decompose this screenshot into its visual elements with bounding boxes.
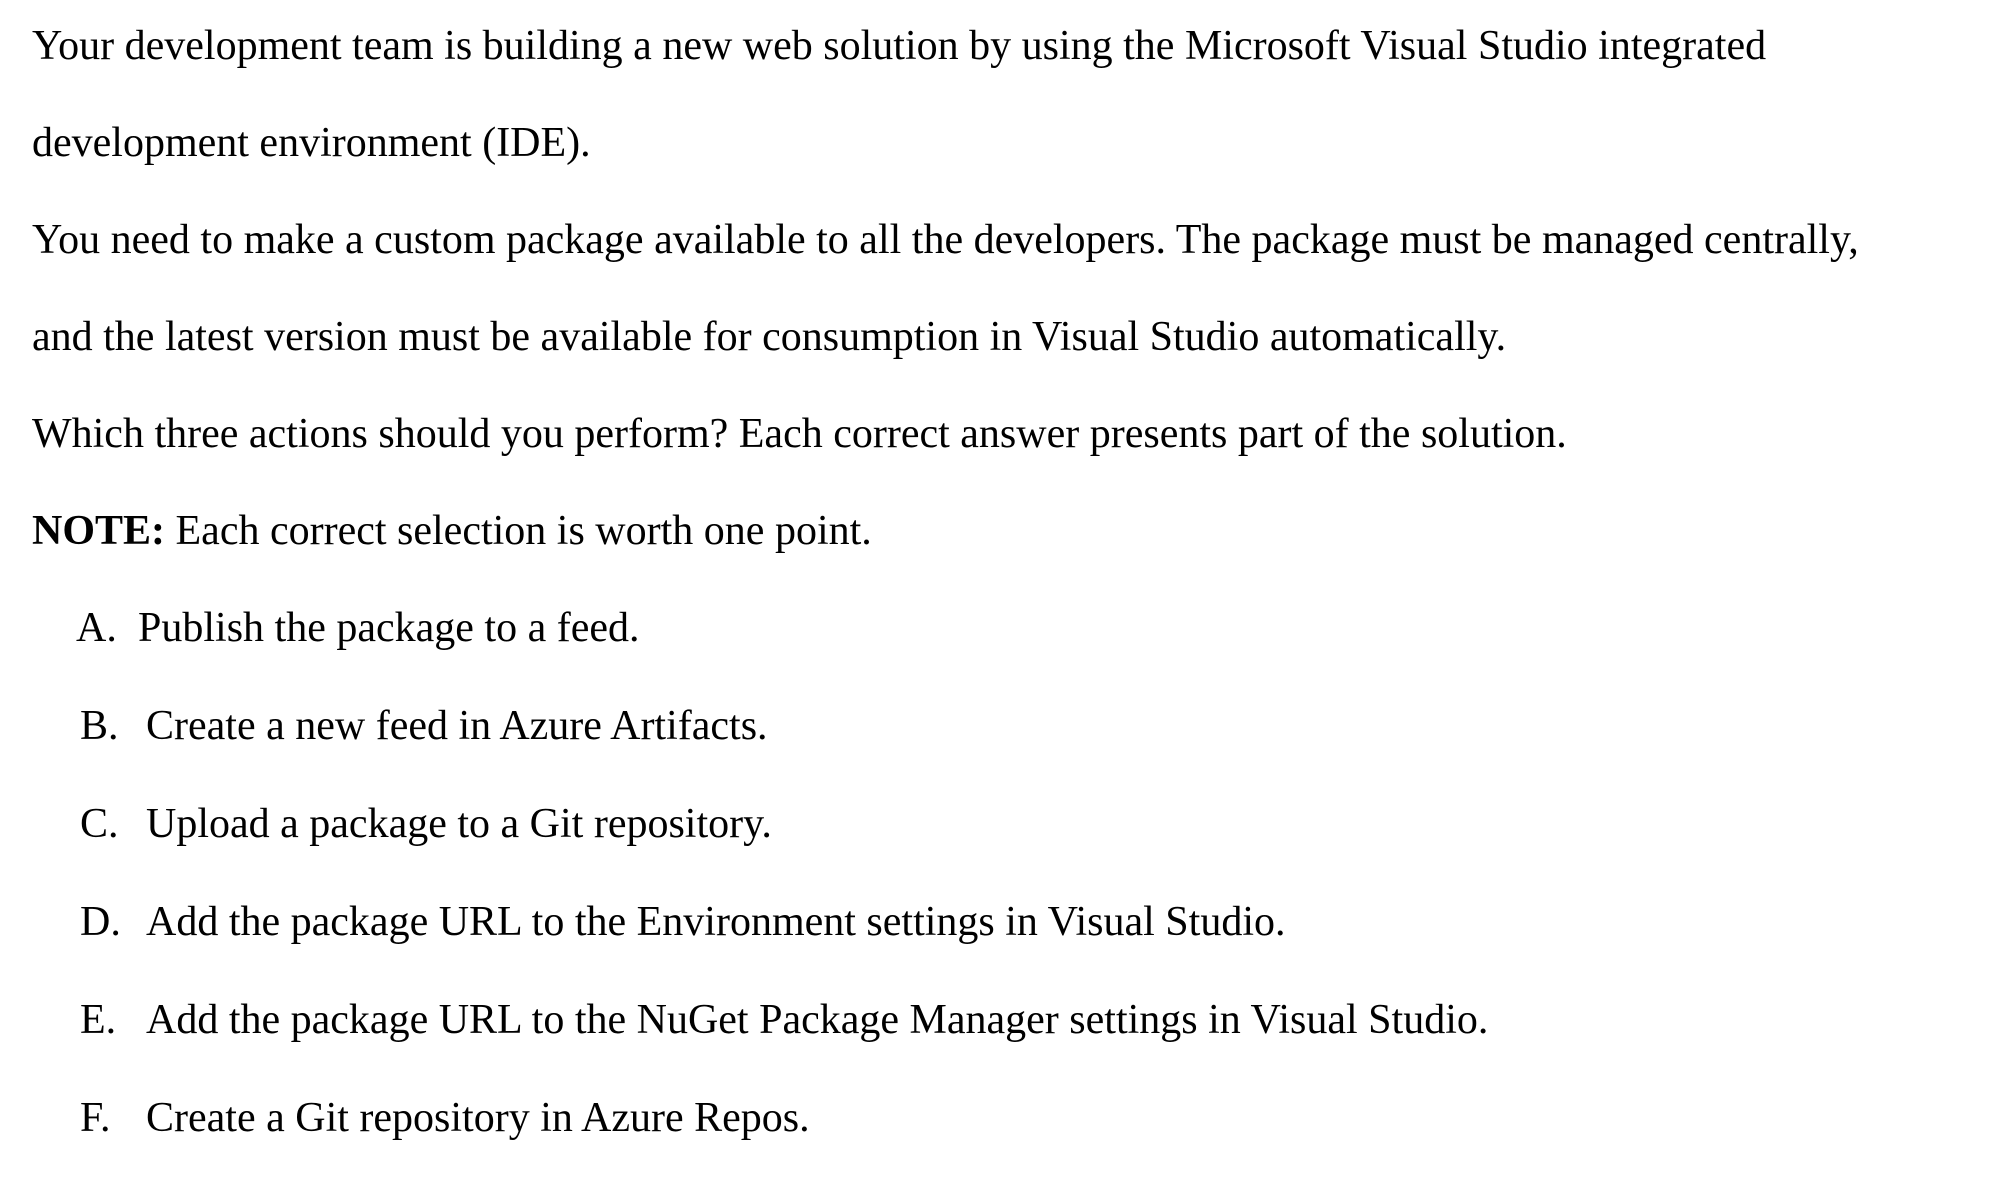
- option-text: Create a Git repository in Azure Repos.: [146, 1095, 810, 1141]
- option-f[interactable]: F. Create a Git repository in Azure Repo…: [80, 1094, 1880, 1142]
- note-text: Each correct selection is worth one poin…: [165, 508, 872, 554]
- question-line-1: Your development team is building a new …: [32, 23, 1767, 69]
- option-b[interactable]: B. Create a new feed in Azure Artifacts.: [80, 702, 1880, 750]
- option-letter: D.: [80, 899, 121, 945]
- option-d[interactable]: D. Add the package URL to the Environmen…: [80, 898, 1880, 946]
- question-line-4: and the latest version must be available…: [32, 314, 1507, 360]
- question-line-2: development environment (IDE).: [32, 120, 591, 166]
- option-letter: E.: [80, 997, 117, 1043]
- option-letter: A.: [76, 605, 117, 651]
- option-a[interactable]: A. Publish the package to a feed.: [76, 604, 1876, 652]
- option-text: Upload a package to a Git repository.: [146, 801, 772, 847]
- option-text: Add the package URL to the NuGet Package…: [146, 997, 1489, 1043]
- note: NOTE: Each correct selection is worth on…: [32, 507, 872, 555]
- option-text: Create a new feed in Azure Artifacts.: [146, 703, 768, 749]
- option-c[interactable]: C. Upload a package to a Git repository.: [80, 800, 1880, 848]
- option-letter: F.: [80, 1095, 111, 1141]
- option-e[interactable]: E. Add the package URL to the NuGet Pack…: [80, 996, 1880, 1044]
- option-text: Publish the package to a feed.: [138, 605, 640, 651]
- note-label: NOTE:: [32, 508, 166, 554]
- option-letter: B.: [80, 703, 119, 749]
- option-letter: C.: [80, 801, 119, 847]
- option-text: Add the package URL to the Environment s…: [146, 899, 1286, 945]
- question-line-5: Which three actions should you perform? …: [32, 411, 1567, 457]
- exam-question-page: Your development team is building a new …: [0, 0, 1990, 1180]
- question-line-3: You need to make a custom package availa…: [32, 217, 1859, 263]
